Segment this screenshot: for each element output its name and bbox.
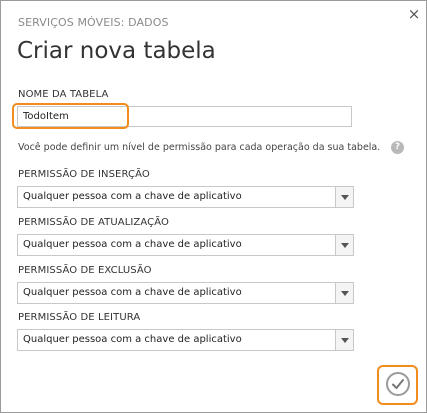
update-permission-label: PERMISSÃO DE ATUALIZAÇÃO [18, 217, 169, 228]
help-icon[interactable]: ? [391, 141, 404, 154]
insert-permission-label: PERMISSÃO DE INSERÇÃO [18, 169, 150, 180]
read-permission-value: Qualquer pessoa com a chave de aplicativ… [23, 334, 242, 345]
delete-permission-value: Qualquer pessoa com a chave de aplicativ… [23, 287, 242, 298]
ok-button[interactable] [386, 372, 410, 396]
dialog-title: Criar nova tabela [17, 38, 216, 64]
table-name-input[interactable] [17, 106, 352, 127]
create-table-dialog: × SERVIÇOS MÓVEIS: DADOS Criar nova tabe… [0, 0, 427, 413]
chevron-down-icon[interactable] [335, 187, 353, 207]
delete-permission-label: PERMISSÃO DE EXCLUSÃO [18, 265, 152, 276]
close-icon[interactable]: × [405, 5, 423, 23]
insert-permission-value: Qualquer pessoa com a chave de aplicativ… [23, 191, 242, 202]
update-permission-value: Qualquer pessoa com a chave de aplicativ… [23, 239, 242, 250]
chevron-down-icon[interactable] [335, 235, 353, 255]
dialog-subtitle: SERVIÇOS MÓVEIS: DADOS [18, 16, 169, 29]
delete-permission-select[interactable]: Qualquer pessoa com a chave de aplicativ… [17, 282, 354, 304]
update-permission-select[interactable]: Qualquer pessoa com a chave de aplicativ… [17, 234, 354, 256]
permission-info-text: Você pode definir um nível de permissão … [18, 142, 381, 153]
chevron-down-icon[interactable] [335, 283, 353, 303]
insert-permission-select[interactable]: Qualquer pessoa com a chave de aplicativ… [17, 186, 354, 208]
table-name-label: NOME DA TABELA [18, 89, 109, 100]
chevron-down-icon[interactable] [335, 330, 353, 350]
read-permission-select[interactable]: Qualquer pessoa com a chave de aplicativ… [17, 329, 354, 351]
read-permission-label: PERMISSÃO DE LEITURA [18, 312, 141, 323]
checkmark-icon [392, 379, 404, 389]
